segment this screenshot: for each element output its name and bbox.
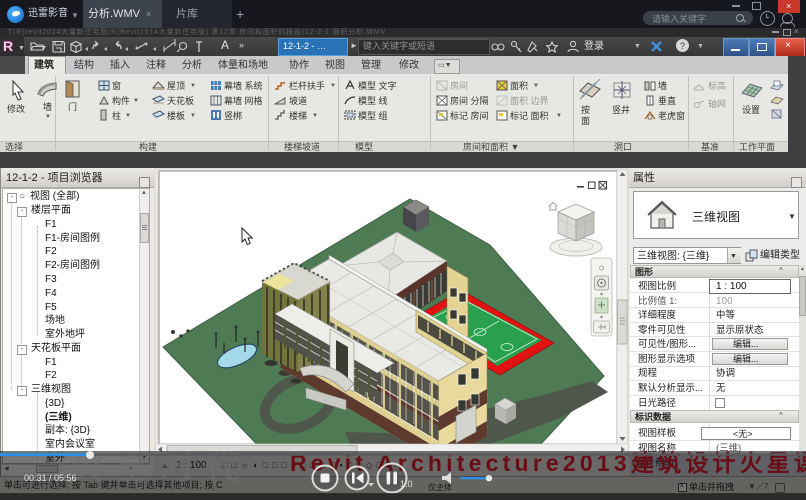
svg-text:1.0: 1.0 <box>400 479 413 489</box>
